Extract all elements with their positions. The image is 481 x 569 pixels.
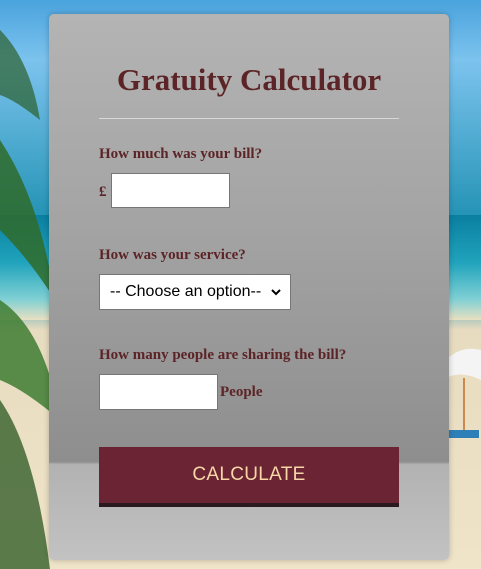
bill-label: How much was your bill? xyxy=(99,146,263,162)
chevron-down-icon xyxy=(271,289,281,296)
service-selected-value: -- Choose an option-- xyxy=(110,283,262,300)
currency-symbol: £ xyxy=(99,184,107,200)
page-title: Gratuity Calculator xyxy=(116,62,382,97)
calculate-button[interactable]: CALCULATE xyxy=(99,447,399,507)
service-label: How was your service? xyxy=(99,247,246,263)
people-label: How many people are sharing the bill? xyxy=(99,347,347,363)
title-divider xyxy=(99,118,399,119)
calculator-card: Gratuity Calculator How much was your bi… xyxy=(49,14,449,560)
bill-amount-input[interactable] xyxy=(111,173,230,208)
people-count-input[interactable] xyxy=(99,374,218,410)
people-suffix: People xyxy=(220,384,263,400)
service-select[interactable]: -- Choose an option-- xyxy=(99,274,291,310)
